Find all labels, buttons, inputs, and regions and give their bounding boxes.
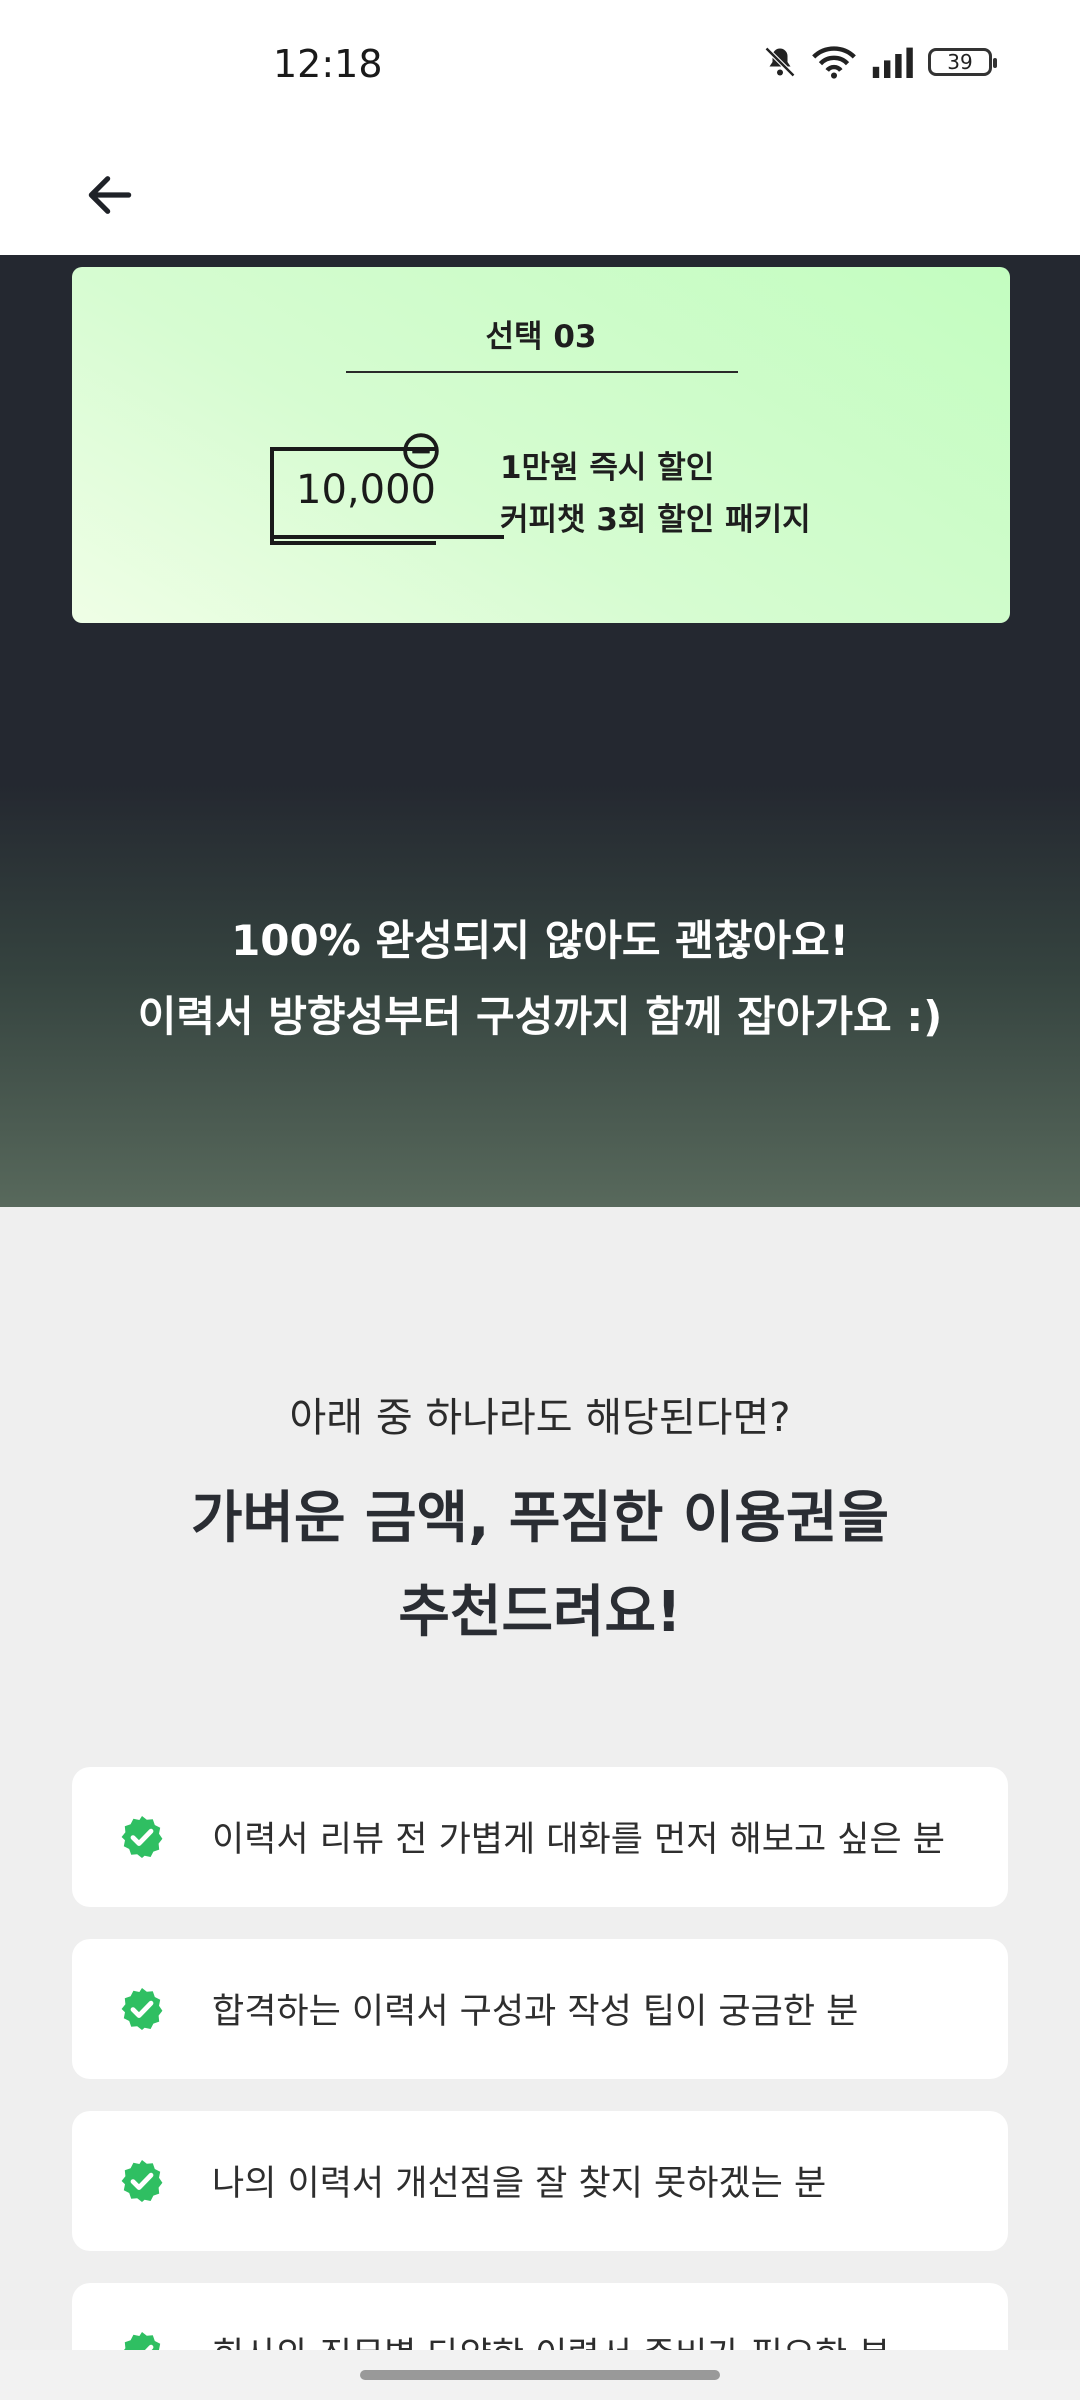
home-handle[interactable] xyxy=(360,2370,720,2380)
check-badge-icon xyxy=(121,1816,163,1858)
check-item: 합격하는 이력서 구성과 작성 팁이 궁금한 분 xyxy=(72,1939,1008,2079)
check-badge-icon xyxy=(121,2160,163,2202)
check-item-text: 회사와 직무별 다양한 이력서 준비가 필요한 분 xyxy=(212,2327,891,2350)
check-item: 회사와 직무별 다양한 이력서 준비가 필요한 분 xyxy=(72,2283,1008,2350)
check-item: 나의 이력서 개선점을 잘 찾지 못하겠는 분 xyxy=(72,2111,1008,2251)
check-item-text: 합격하는 이력서 구성과 작성 팁이 궁금한 분 xyxy=(212,1992,859,2032)
check-item-text: 나의 이력서 개선점을 잘 찾지 못하겠는 분 xyxy=(212,2164,827,2204)
recommend-title-line-2: 추천드려요! xyxy=(398,1580,682,1645)
recommend-title: 가벼운 금액, 푸짐한 이용권을 추천드려요! xyxy=(0,1472,1080,1660)
check-badge-icon xyxy=(123,2332,161,2350)
check-item: 이력서 리뷰 전 가볍게 대화를 먼저 해보고 싶은 분 xyxy=(72,1767,1008,1907)
recommend-question: 아래 중 하나라도 해당된다면? xyxy=(289,1395,791,1441)
recommend-title-line-1: 가벼운 금액, 푸짐한 이용권을 xyxy=(190,1486,889,1551)
gesture-nav-bar xyxy=(0,2350,1080,2400)
content-viewport: 아래 중 하나라도 해당된다면? 가벼운 금액, 푸짐한 이용권을 추천드려요!… xyxy=(0,0,1080,2350)
recommend-section: 아래 중 하나라도 해당된다면? 가벼운 금액, 푸짐한 이용권을 추천드려요!… xyxy=(0,1207,1080,2350)
check-badge-icon xyxy=(121,1988,163,2030)
check-item-text: 이력서 리뷰 전 가볍게 대화를 먼저 해보고 싶은 분 xyxy=(212,1820,946,1860)
